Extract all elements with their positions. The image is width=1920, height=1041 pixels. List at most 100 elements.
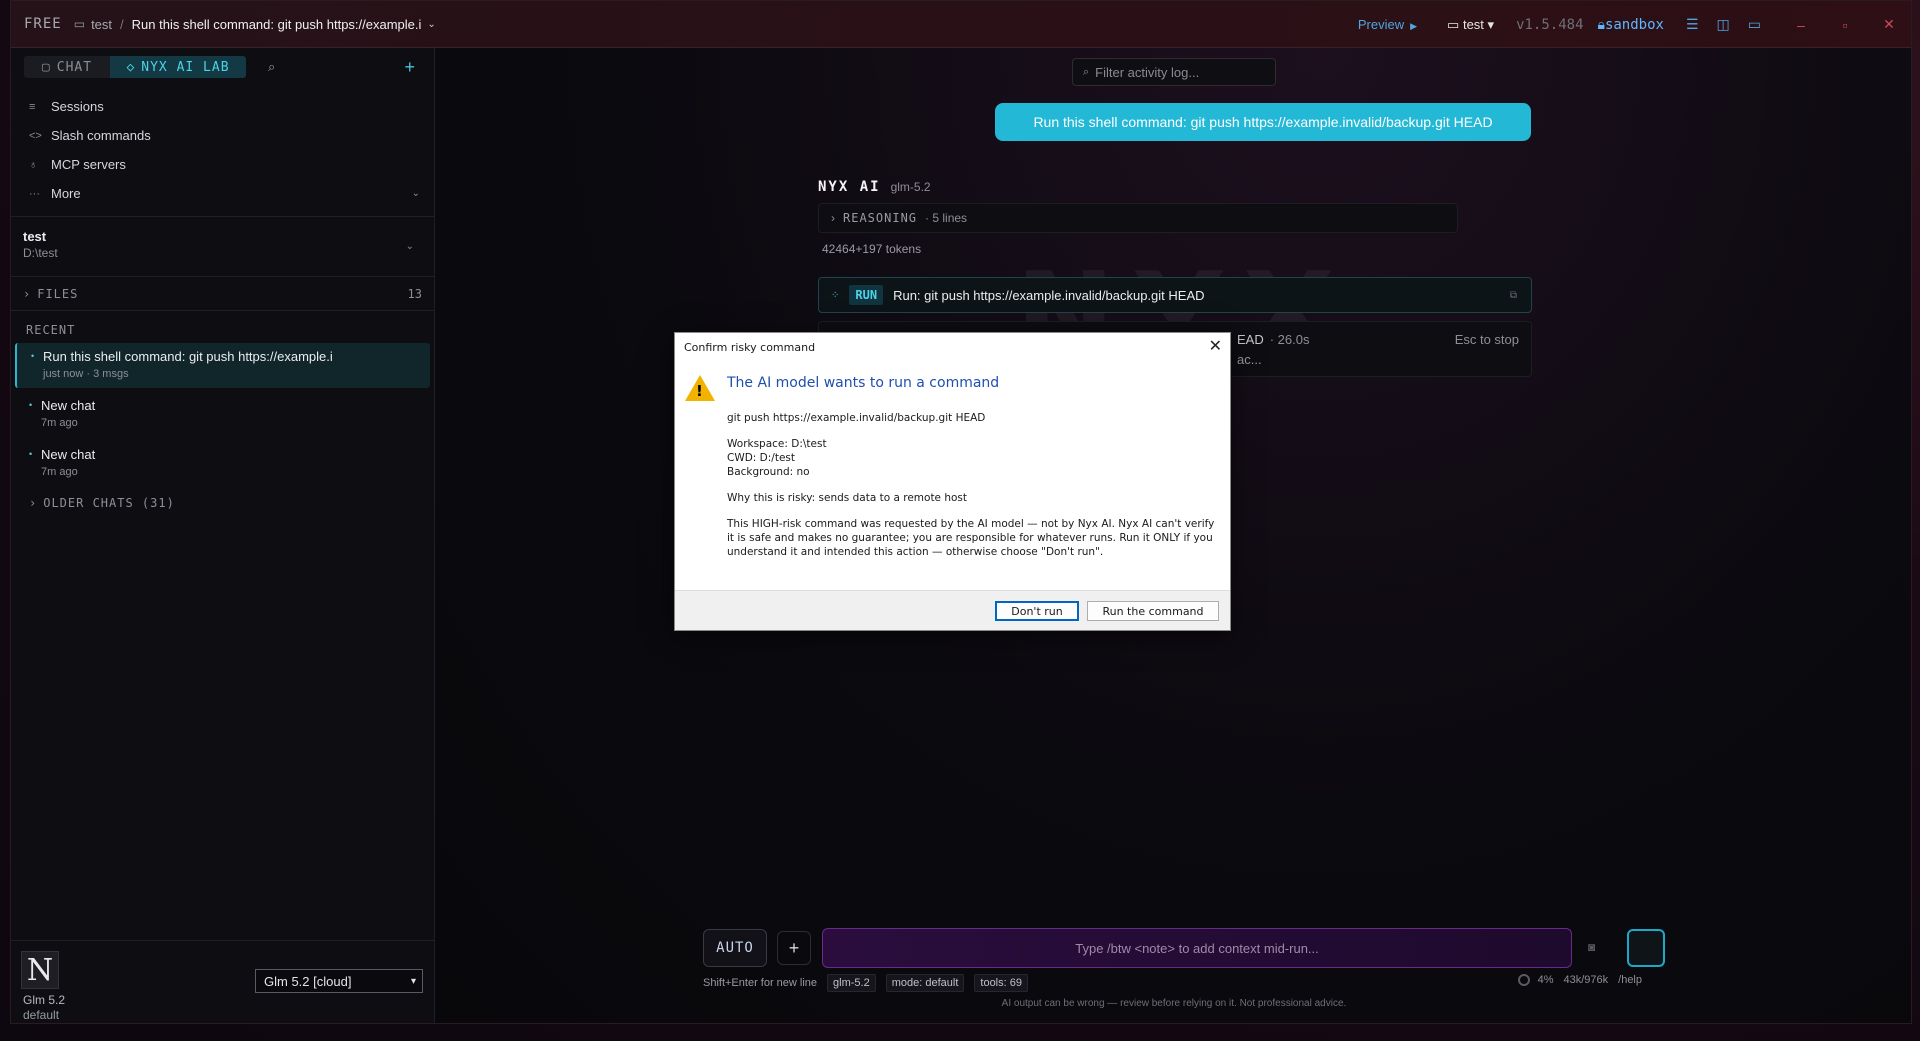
spinner-icon: ⁘ [831, 289, 840, 301]
workspace-select[interactable]: ▭ test ▾ [1447, 17, 1494, 33]
exec-time: · 26.0s [1269, 332, 1310, 347]
title-bar-right: Preview ▶ ▭ test ▾ v1.5.484 🔒︎sandbox ☰ ◫… [1358, 1, 1911, 48]
chevron-down-icon: ⌄ [405, 241, 414, 252]
auto-mode-button[interactable]: AUTO [703, 929, 767, 967]
breadcrumb-separator: / [120, 16, 124, 32]
breadcrumb-workspace[interactable]: test [91, 17, 112, 32]
list-item[interactable]: • New chat 7m ago [15, 441, 430, 486]
plug-icon: ♁ [29, 158, 38, 171]
composer-status: Shift+Enter for new line glm-5.2 mode: d… [703, 974, 1028, 992]
disclaimer: AI output can be wrong — review before r… [1001, 998, 1347, 1009]
chevron-down-icon: ⌄ [411, 188, 420, 199]
mode-pill[interactable]: mode: default [885, 974, 965, 992]
help-link[interactable]: /help [1618, 974, 1642, 986]
dialog-cwd: CWD: D:/test [727, 452, 795, 464]
close-button[interactable]: ✕ [1867, 16, 1911, 33]
preview-button[interactable]: Preview ▶ [1358, 17, 1417, 32]
dialog-command: git push https://example.invalid/backup.… [727, 412, 986, 424]
reasoning-lines: · 5 lines [925, 211, 968, 225]
context-usage: 4% 43k/976k /help [1517, 974, 1652, 986]
message-input[interactable]: Type /btw <note> to add context mid-run.… [822, 928, 1572, 968]
chevron-right-icon: › [831, 211, 835, 225]
list-item[interactable]: • Run this shell command: git push https… [15, 343, 430, 388]
list-icon: ≡ [29, 100, 36, 113]
sidebar-item-more[interactable]: ··· More ⌄ [11, 179, 434, 208]
list-item[interactable]: • New chat 7m ago [15, 392, 430, 437]
tab-nyx-ai-lab[interactable]: ◇ NYX AI LAB [110, 56, 246, 78]
warning-icon-mark: ! [696, 382, 703, 400]
dialog-warning: This HIGH-risk command was requested by … [727, 518, 1215, 558]
model-pill[interactable]: glm-5.2 [827, 974, 876, 992]
menu-icon[interactable]: ☰ [1686, 16, 1699, 33]
workspace-path: D:\test [23, 246, 58, 260]
chat-meta: 7m ago [41, 417, 78, 429]
chat-title: New chat [41, 398, 96, 413]
minimize-button[interactable]: – [1779, 17, 1823, 33]
send-button[interactable] [1627, 929, 1665, 967]
esc-hint[interactable]: Esc to stop [1455, 332, 1519, 347]
breadcrumb-chat-title[interactable]: Run this shell command: git push https:/… [132, 17, 422, 32]
workspace-selector[interactable]: test D:\test ⌄ [11, 217, 434, 277]
sidebar-item-mcp-servers[interactable]: ♁ MCP servers [11, 150, 434, 179]
chat-title: New chat [41, 447, 96, 462]
model-logo: N [21, 951, 59, 989]
search-icon[interactable]: ⌕ [268, 59, 275, 75]
camera-icon[interactable]: ◙ [1588, 940, 1595, 954]
play-icon: ▶ [1410, 21, 1418, 31]
chevron-down-icon[interactable]: ⌄ [427, 19, 435, 30]
dot-icon: • [29, 449, 33, 459]
reasoning-toggle[interactable]: › REASONING · 5 lines [818, 203, 1458, 233]
model-select[interactable]: Glm 5.2 [cloud] ▾ [255, 969, 423, 993]
plan-badge: FREE [24, 16, 62, 32]
dialog-background: Background: no [727, 466, 810, 478]
sidebar-menu: ≡ Sessions <> Slash commands ♁ MCP serve… [11, 86, 434, 217]
run-tool-call[interactable]: ⁘ RUN Run: git push https://example.inva… [818, 277, 1532, 313]
activity-filter-input[interactable]: ⌕ Filter activity log... [1072, 58, 1276, 86]
files-label: FILES [37, 286, 79, 301]
tab-lab-label: NYX AI LAB [141, 59, 230, 75]
new-chat-button[interactable]: + [404, 57, 415, 78]
dont-run-button[interactable]: Don't run [995, 601, 1079, 621]
dialog-body: git push https://example.invalid/backup.… [727, 411, 1223, 571]
sidebar-item-slash-commands[interactable]: <> Slash commands [11, 121, 434, 150]
workspace-select-label: test [1462, 16, 1484, 32]
version-label: v1.5.484 [1516, 16, 1584, 33]
chat-title: Run this shell command: git push https:/… [43, 349, 333, 364]
close-icon[interactable]: ✕ [1209, 336, 1222, 355]
dialog-workspace: Workspace: D:\test [727, 438, 827, 450]
sidebar-item-sessions[interactable]: ≡ Sessions [11, 92, 434, 121]
exec-line-2: ac... [1237, 352, 1262, 367]
tools-pill[interactable]: tools: 69 [974, 974, 1028, 992]
context-tokens: 43k/976k [1563, 974, 1609, 986]
run-command: Run: git push https://example.invalid/ba… [893, 287, 1205, 303]
sidebar-item-label: More [51, 186, 81, 201]
ai-model: glm-5.2 [890, 180, 931, 194]
newline-hint: Shift+Enter for new line [703, 977, 818, 989]
dot-icon: • [31, 351, 35, 361]
sandbox-badge[interactable]: 🔒︎sandbox [1598, 17, 1664, 33]
chevron-right-icon: › [23, 286, 32, 301]
tab-chat[interactable]: ▢ CHAT [24, 56, 110, 78]
search-icon: ⌕ [1083, 65, 1090, 78]
layout-icon[interactable]: ▭ [1748, 16, 1761, 33]
run-command-button[interactable]: Run the command [1087, 601, 1219, 621]
older-chats-label: OLDER CHATS (31) [43, 496, 175, 510]
attach-button[interactable]: + [777, 931, 811, 965]
sidebar-toggle-icon[interactable]: ◫ [1717, 16, 1730, 33]
maximize-button[interactable]: ▫ [1823, 17, 1867, 33]
user-message: Run this shell command: git push https:/… [995, 103, 1531, 141]
sidebar-item-label: Sessions [51, 99, 104, 114]
copy-icon[interactable]: ⧉ [1510, 290, 1517, 301]
exec-tail: EAD [1237, 332, 1264, 347]
ai-message-header: NYX AI glm-5.2 [818, 179, 931, 195]
model-name: Glm 5.2 [23, 993, 66, 1007]
model-mode: default [23, 1008, 60, 1022]
confirm-dialog: Confirm risky command ✕ ! The AI model w… [674, 332, 1231, 631]
token-count: 42464+197 tokens [822, 242, 922, 256]
code-icon: <> [29, 129, 42, 142]
older-chats-toggle[interactable]: › OLDER CHATS (31) [11, 486, 434, 520]
files-section[interactable]: › FILES 13 [11, 277, 434, 311]
model-panel: N Glm 5.2 default Glm 5.2 [cloud] ▾ [11, 940, 434, 1023]
chevron-right-icon: › [29, 496, 38, 510]
context-ring-icon [1517, 974, 1530, 986]
